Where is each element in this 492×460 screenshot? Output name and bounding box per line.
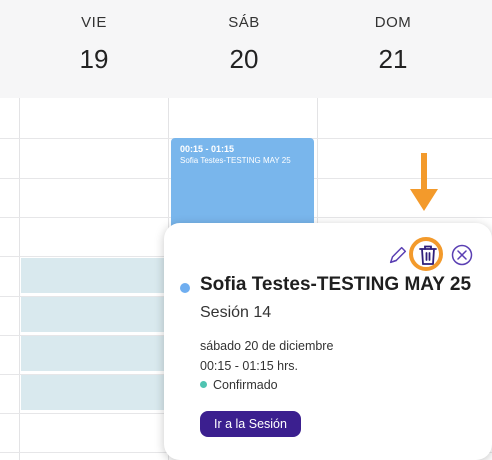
status-label: Confirmado — [213, 378, 278, 392]
status-dot — [200, 381, 207, 388]
day-of-week: DOM — [374, 14, 412, 31]
day-number: 20 — [229, 44, 259, 74]
availability-slot[interactable] — [21, 258, 167, 293]
event-time: 00:15 - 01:15 — [180, 144, 235, 154]
popover-title: Sofia Testes-TESTING MAY 25 — [200, 274, 472, 295]
annotation-arrow-icon — [410, 153, 438, 211]
status-badge: Confirmado — [200, 378, 278, 392]
event-color-dot — [180, 283, 190, 293]
day-number: 19 — [79, 44, 109, 74]
day-number: 21 — [378, 44, 408, 74]
highlight-ring — [409, 237, 443, 271]
day-of-week: SÁB — [228, 14, 260, 31]
delete-button[interactable] — [409, 237, 443, 271]
day-of-week: VIE — [81, 14, 107, 31]
event-details-popover: Sofia Testes-TESTING MAY 25 Sesión 14 sá… — [164, 223, 492, 460]
event-title: Sofia Testes-TESTING MAY 25 — [180, 156, 291, 165]
calendar-header: VIE 19 SÁB 20 DOM 21 — [0, 0, 492, 98]
close-icon[interactable] — [448, 239, 476, 271]
grid-divider — [19, 98, 20, 460]
availability-slot[interactable] — [21, 375, 167, 410]
event-time-range: 00:15 - 01:15 hrs. — [200, 359, 298, 373]
go-to-session-button[interactable]: Ir a la Sesión — [200, 411, 301, 437]
availability-slot[interactable] — [21, 297, 167, 332]
session-number: Sesión 14 — [200, 304, 272, 321]
event-date: sábado 20 de diciembre — [200, 339, 334, 353]
edit-icon[interactable] — [384, 239, 412, 271]
availability-slot[interactable] — [21, 336, 167, 371]
